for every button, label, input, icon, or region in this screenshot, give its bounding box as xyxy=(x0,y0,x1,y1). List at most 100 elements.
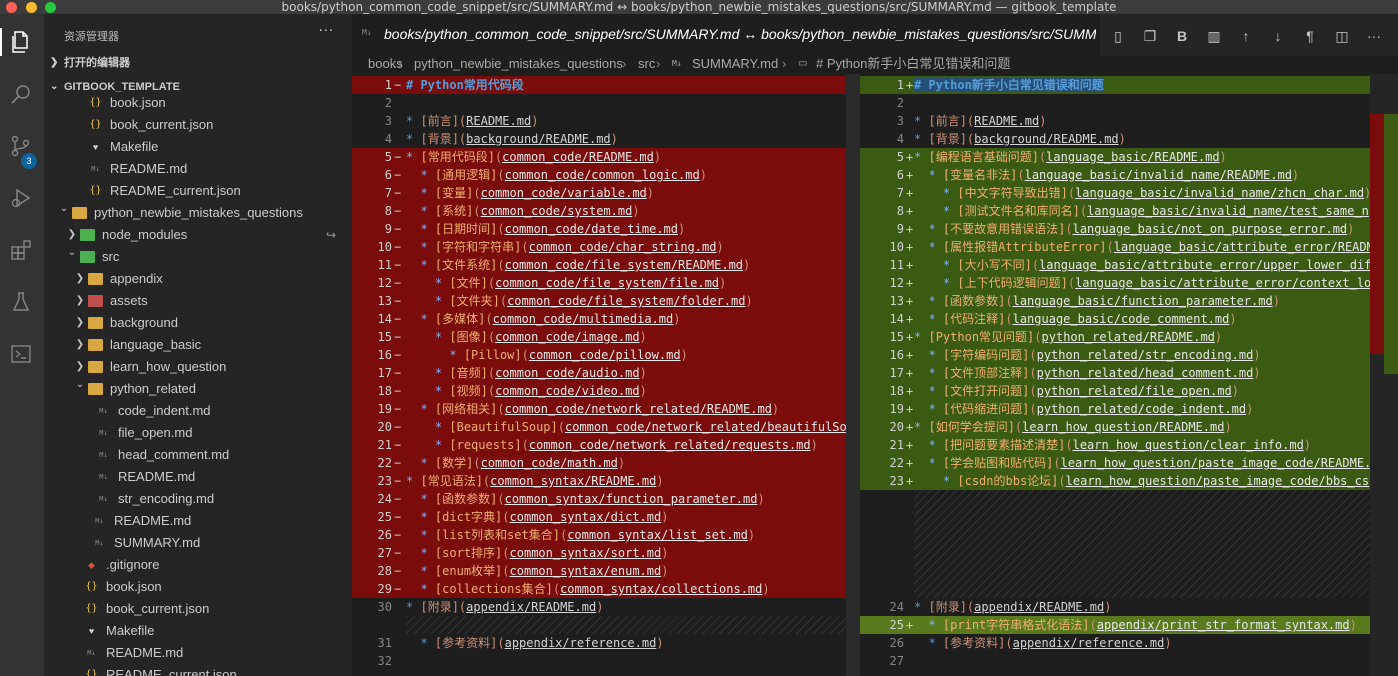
code-line[interactable]: 24 * [附录](appendix/README.md) xyxy=(860,598,1370,616)
deleted-line[interactable]: 21− * [requests](common_code/network_rel… xyxy=(352,436,846,454)
code-line[interactable]: 26 * [参考资料](appendix/reference.md) xyxy=(860,634,1370,652)
deleted-line[interactable]: 6− * [通用逻辑](common_code/common_logic.md) xyxy=(352,166,846,184)
tree-item[interactable]: ⌄ python_newbie_mistakes_questions xyxy=(44,202,352,224)
inserted-line[interactable]: 11 + * [大小写不同](language_basic/attribute_e… xyxy=(860,256,1371,274)
tree-item[interactable]: M↓ file_open.md xyxy=(44,422,352,444)
more-actions-icon[interactable]: ··· xyxy=(319,24,334,39)
inserted-line[interactable]: 25 + * [print字符串格式化语法](appendix/print_str… xyxy=(860,616,1370,634)
inserted-line[interactable]: 18 + * [文件打开问题](python_related/file_open.… xyxy=(860,382,1370,400)
deleted-line[interactable]: 26− * [list列表和set集合](common_syntax/list_… xyxy=(352,526,846,544)
deleted-line[interactable]: 19− * [网络相关](common_code/network_related… xyxy=(352,400,846,418)
deleted-line[interactable]: 18− * [视频](common_code/video.md) xyxy=(352,382,846,400)
deleted-line[interactable]: 14− * [多媒体](common_code/multimedia.md) xyxy=(352,310,846,328)
more-actions-icon[interactable]: ··· xyxy=(1364,26,1384,46)
tree-item[interactable]: ⌄ src xyxy=(44,246,352,268)
tree-item[interactable]: M↓ SUMMARY.md xyxy=(44,532,352,554)
bold-button[interactable]: B xyxy=(1172,26,1192,46)
inserted-line[interactable]: 22 + * [学会贴图和贴代码](learn_how_question/past… xyxy=(860,454,1371,472)
extensions-icon[interactable] xyxy=(9,238,33,262)
inserted-line[interactable]: 1 + # Python新手小白常见错误和问题 xyxy=(860,76,1370,94)
pilcrow-icon[interactable]: ¶ xyxy=(1300,26,1320,46)
tree-item[interactable]: ♥ Makefile xyxy=(44,620,352,642)
code-line[interactable]: 30 * [附录](appendix/README.md) xyxy=(352,598,846,616)
tree-item[interactable]: ❯ language_basic xyxy=(44,334,352,356)
scrollbar[interactable] xyxy=(846,74,860,676)
deleted-line[interactable]: 17− * [音频](common_code/audio.md) xyxy=(352,364,846,382)
inserted-line[interactable]: 17 + * [文件顶部注释](python_related/head_comme… xyxy=(860,364,1370,382)
inserted-line[interactable]: 21 + * [把问题要素描述清楚](learn_how_question/cle… xyxy=(860,436,1370,454)
deleted-line[interactable]: 13− * [文件夹](common_code/file_system/fold… xyxy=(352,292,846,310)
inserted-line[interactable]: 20 + * [如何学会提问](learn_how_question/README.… xyxy=(860,418,1370,436)
breadcrumb-item[interactable]: python_newbie_mistakes_questions xyxy=(414,56,623,72)
tree-item[interactable]: ♥ Makefile xyxy=(44,136,352,158)
tab-diff-summary[interactable]: M↓ books/python_common_code_snippet/src/… xyxy=(352,14,1100,56)
open-editors-section[interactable]: ❯ 打开的编辑器 xyxy=(44,52,352,74)
inserted-line[interactable]: 19 + * [代码缩进问题](python_related/code_inden… xyxy=(860,400,1370,418)
inserted-line[interactable]: 12 + * [上下代码逻辑问题](language_basic/attribut… xyxy=(860,274,1371,292)
deleted-line[interactable]: 12− * [文件](common_code/file_system/file.… xyxy=(352,274,846,292)
search-icon[interactable] xyxy=(9,82,33,106)
inserted-line[interactable]: 14 + * [代码注释](language_basic/code_comment… xyxy=(860,310,1370,328)
code-line[interactable]: 2 xyxy=(352,94,846,112)
diff-modified-pane[interactable]: 1 + # Python新手小白常见错误和问题 2 3 * [前言](README.md)… xyxy=(860,74,1398,676)
split-editor-icon[interactable]: ◫ xyxy=(1332,26,1352,46)
diff-original-pane[interactable]: 1− # Python常用代码段 2 3 * [前言](README.md) 4 * [背景… xyxy=(352,74,860,676)
code-line[interactable]: 32 xyxy=(352,652,846,670)
tree-item[interactable]: {} README_current.json xyxy=(44,180,352,202)
tree-item[interactable]: {} README_current.json xyxy=(44,664,352,676)
tree-item[interactable]: M↓ code_indent.md xyxy=(44,400,352,422)
tree-item[interactable]: M↓ README.md xyxy=(44,510,352,532)
remote-icon[interactable] xyxy=(9,342,33,366)
code-line[interactable]: 4 * [背景](background/README.md) xyxy=(352,130,846,148)
tree-item[interactable]: M↓ str_encoding.md xyxy=(44,488,352,510)
deleted-line[interactable]: 24− * [函数参数](common_syntax/function_para… xyxy=(352,490,846,508)
breadcrumb-item[interactable]: # Python新手小白常见错误和问题 xyxy=(816,56,1010,72)
tree-item[interactable]: ❯ assets xyxy=(44,290,352,312)
tree-item[interactable]: ⌄ python_related xyxy=(44,378,352,400)
inserted-line[interactable]: 6 + * [变量名非法](language_basic/invalid_name… xyxy=(860,166,1370,184)
inserted-line[interactable]: 23 + * [csdn的bbs论坛](learn_how_question/pa… xyxy=(860,472,1370,490)
deleted-line[interactable]: 15− * [图像](common_code/image.md) xyxy=(352,328,846,346)
deleted-line[interactable]: 29− * [collections集合](common_syntax/coll… xyxy=(352,580,846,598)
tree-item[interactable]: ❯ appendix xyxy=(44,268,352,290)
code-line[interactable]: 3 * [前言](README.md) xyxy=(352,112,846,130)
tree-item[interactable]: ❯ node_modules ↪ xyxy=(44,224,352,246)
code-line[interactable]: 3 * [前言](README.md) xyxy=(860,112,1370,130)
breadcrumb-item[interactable]: SUMMARY.md xyxy=(692,56,778,72)
deleted-line[interactable]: 28− * [enum枚举](common_syntax/enum.md) xyxy=(352,562,846,580)
deleted-line[interactable]: 9− * [日期时间](common_code/date_time.md) xyxy=(352,220,846,238)
code-line[interactable]: 2 xyxy=(860,94,1370,112)
tree-item[interactable]: {} book.json xyxy=(44,92,352,114)
tree-item[interactable]: {} book_current.json xyxy=(44,598,352,620)
deleted-line[interactable]: 10− * [字符和字符串](common_code/char_string.m… xyxy=(352,238,846,256)
deleted-line[interactable]: 25− * [dict字典](common_syntax/dict.md) xyxy=(352,508,846,526)
inserted-line[interactable]: 15 + * [Python常见问题](python_related/README.… xyxy=(860,328,1370,346)
inserted-line[interactable]: 8 + * [测试文件名和库同名](language_basic/invalid_… xyxy=(860,202,1370,220)
explorer-icon[interactable] xyxy=(9,30,33,54)
inserted-line[interactable]: 16 + * [字符编码问题](python_related/str_encodi… xyxy=(860,346,1370,364)
split-preview-icon[interactable]: ▥ xyxy=(1204,26,1224,46)
inserted-line[interactable]: 13 + * [函数参数](language_basic/function_par… xyxy=(860,292,1370,310)
code-line[interactable]: 31 * [参考资料](appendix/reference.md) xyxy=(352,634,846,652)
deleted-line[interactable]: 23− * [常见语法](common_syntax/README.md) xyxy=(352,472,846,490)
code-line[interactable]: 4 * [背景](background/README.md) xyxy=(860,130,1370,148)
arrow-down-icon[interactable]: ↓ xyxy=(1268,26,1288,46)
breadcrumb-item[interactable]: src xyxy=(638,56,655,72)
open-file-icon[interactable]: ❐ xyxy=(1140,26,1160,46)
deleted-line[interactable]: 11− * [文件系统](common_code/file_system/REA… xyxy=(352,256,846,274)
tree-item[interactable]: ◆ .gitignore xyxy=(44,554,352,576)
code-line[interactable]: 27 xyxy=(860,652,1370,670)
tree-item[interactable]: ❯ background xyxy=(44,312,352,334)
tree-item[interactable]: ❯ learn_how_question xyxy=(44,356,352,378)
open-preview-icon[interactable]: ▯ xyxy=(1108,26,1128,46)
deleted-line[interactable]: 7− * [变量](common_code/variable.md) xyxy=(352,184,846,202)
tree-item[interactable]: M↓ README.md xyxy=(44,466,352,488)
deleted-line[interactable]: 27− * [sort排序](common_syntax/sort.md) xyxy=(352,544,846,562)
deleted-line[interactable]: 22− * [数学](common_code/math.md) xyxy=(352,454,846,472)
tree-item[interactable]: M↓ README.md xyxy=(44,642,352,664)
run-debug-icon[interactable] xyxy=(9,186,33,210)
tree-item[interactable]: M↓ README.md xyxy=(44,158,352,180)
deleted-line[interactable]: 16− * [Pillow](common_code/pillow.md) xyxy=(352,346,846,364)
deleted-line[interactable]: 20− * [BeautifulSoup](common_code/networ… xyxy=(352,418,860,436)
testing-icon[interactable] xyxy=(9,290,33,314)
